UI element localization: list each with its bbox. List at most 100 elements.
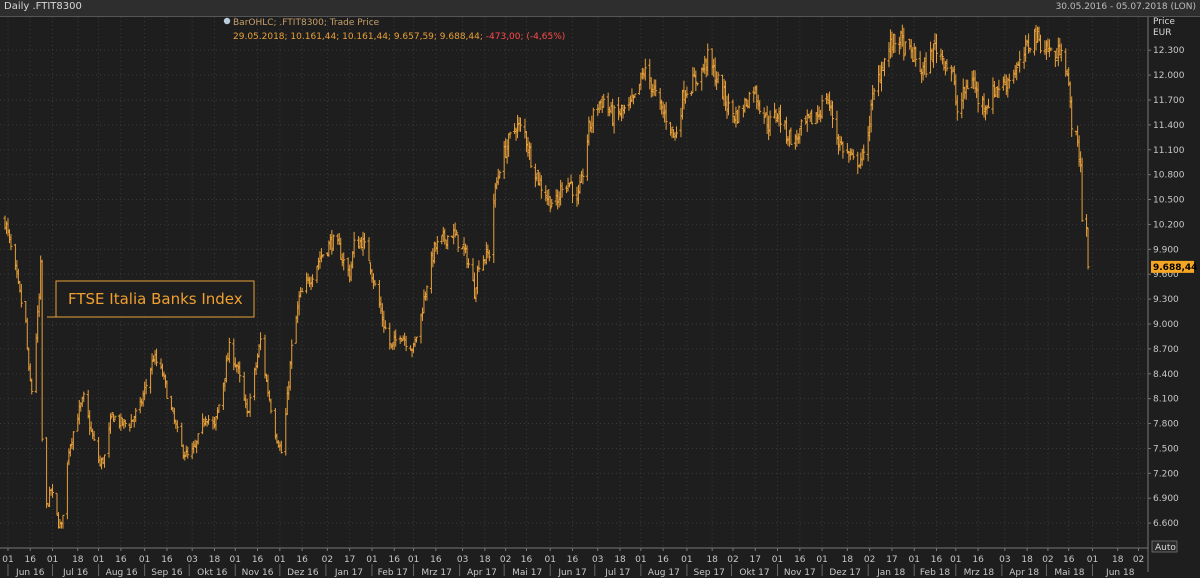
month-label: Aug 16 <box>106 568 138 578</box>
y-tick-label: 11.400 <box>1153 121 1185 131</box>
ohlc-bar <box>45 437 49 509</box>
y-tick-label: 8.100 <box>1153 395 1179 405</box>
ohlc-bar <box>55 492 59 516</box>
y-tick-label: 6.900 <box>1153 494 1179 504</box>
x-tick-label: 16 <box>389 555 401 565</box>
x-tick-label: 03 <box>186 555 197 565</box>
month-label: Jul 17 <box>604 568 630 578</box>
y-tick-label: 7.800 <box>1153 420 1179 430</box>
ohlc-bar <box>263 334 267 379</box>
month-label: Jun 18 <box>1105 568 1135 578</box>
x-tick-label: 16 <box>521 555 533 565</box>
x-tick-label: 01 <box>816 555 827 565</box>
y-tick-label: 10.800 <box>1153 171 1185 181</box>
x-tick-label: 18 <box>842 555 854 565</box>
month-label: Aug 17 <box>648 568 680 578</box>
x-tick-label: 18 <box>1021 555 1033 565</box>
x-tick-label: 01 <box>93 555 104 565</box>
auto-button-label[interactable]: Auto <box>1155 543 1176 553</box>
month-label: Sep 16 <box>151 568 183 578</box>
legend-line-1: BarOHLC; .FTIT8300; Trade Price <box>233 18 380 28</box>
legend-change: -473,00; (-4,65%) <box>486 32 566 42</box>
x-tick-label: 01 <box>908 555 919 565</box>
auto-scale-button[interactable]: Auto <box>1151 540 1178 553</box>
x-tick-label: 01 <box>950 555 961 565</box>
y-tick-label: 10.200 <box>1153 220 1185 230</box>
x-tick-label: 16 <box>794 555 806 565</box>
x-tick-label: 16 <box>252 555 264 565</box>
month-label: Feb 17 <box>378 568 408 578</box>
x-tick-label: 17 <box>344 555 355 565</box>
month-label: Apr 18 <box>1009 568 1039 578</box>
month-label: Jan 18 <box>876 568 905 578</box>
month-label: Okt 17 <box>739 568 769 578</box>
x-tick-label: 01 <box>545 555 556 565</box>
y-tick-label: 6.600 <box>1153 519 1179 529</box>
ohlc-bar <box>180 422 184 447</box>
x-tick-label: 03 <box>592 555 603 565</box>
x-tick-label: 18 <box>479 555 491 565</box>
ohlc-bar <box>986 98 990 108</box>
x-axis: 01 16 01 18 01 16 01 16 03 18 01 16 01 16 02 17 01 16 01 16… <box>0 547 1148 578</box>
x-tick-label: 17 <box>886 555 897 565</box>
y-tick-label: 11.100 <box>1153 146 1185 156</box>
x-tick-label: 17 <box>750 555 761 565</box>
x-tick-label: 02 <box>322 555 333 565</box>
y-axis-title: Price <box>1153 17 1175 27</box>
x-tick-label: 01 <box>772 555 783 565</box>
y-tick-label: 12.000 <box>1153 71 1185 81</box>
ohlc-bar <box>856 151 860 175</box>
ohlc-bar <box>456 234 460 253</box>
x-tick-label: 16 <box>161 555 173 565</box>
x-tick-label: 02 <box>1042 555 1053 565</box>
ohlc-bar <box>539 175 543 199</box>
legend-line-2: 29.05.2018; 10.161,44; 10.161,44; 9.657,… <box>233 32 565 42</box>
month-label: Okt 16 <box>197 568 227 578</box>
legend-values: 29.05.2018; 10.161,44; 10.161,44; 9.657,… <box>233 32 486 42</box>
ohlc-bar <box>1070 96 1074 137</box>
y-tick-label: 10.500 <box>1153 196 1185 206</box>
month-label: Mai 17 <box>512 568 542 578</box>
month-label: Dez 16 <box>287 568 319 578</box>
y-tick-label: 11.700 <box>1153 96 1185 106</box>
month-label: Jun 16 <box>15 568 45 578</box>
chart-window: Daily .FTIT8300 30.05.2016 - 05.07.2018 … <box>0 0 1200 578</box>
x-tick-label: 01 <box>408 555 419 565</box>
x-tick-label: 02 <box>864 555 875 565</box>
x-tick-label: 16 <box>25 555 37 565</box>
last-value-label: 9.688,44 <box>1153 263 1197 273</box>
annotation-box[interactable]: FTSE Italia Banks Index <box>47 280 255 318</box>
x-tick-label: 02 <box>1133 555 1144 565</box>
x-tick-label: 16 <box>115 555 127 565</box>
ohlc-bar <box>165 380 169 400</box>
y-axis: 6.600 6.900 7.200 7.500 7.800 8.100 8.400 8.700… <box>1147 17 1185 572</box>
month-label: Jul 16 <box>62 568 88 578</box>
y-tick-label: 8.400 <box>1153 370 1179 380</box>
y-tick-label: 12.300 <box>1153 46 1185 56</box>
x-tick-label: 16 <box>567 555 579 565</box>
month-label: Nov 17 <box>784 568 816 578</box>
month-label: Apr 17 <box>467 568 497 578</box>
x-tick-label: 18 <box>706 555 718 565</box>
y-axis-unit: EUR <box>1153 28 1172 38</box>
x-tick-label: 01 <box>2 555 13 565</box>
ohlc-bar <box>248 393 252 417</box>
ohlc-bar <box>269 398 273 414</box>
legend-info-icon[interactable] <box>223 17 231 25</box>
month-label: Dez 17 <box>829 568 861 578</box>
month-label: Mai 18 <box>1054 568 1084 578</box>
y-tick-label: 9.900 <box>1153 245 1179 255</box>
month-label: Mrz 17 <box>421 568 452 578</box>
ohlc-chart[interactable]: 6.600 6.900 7.200 7.500 7.800 8.100 8.400 8.700… <box>0 0 1200 578</box>
x-tick-label: 02 <box>500 555 511 565</box>
month-label: Jan 17 <box>334 568 363 578</box>
y-tick-label: 9.300 <box>1153 295 1179 305</box>
x-tick-label: 01 <box>139 555 150 565</box>
x-tick-label: 16 <box>296 555 308 565</box>
x-tick-label: 02 <box>727 555 738 565</box>
x-tick-label: 03 <box>999 555 1010 565</box>
x-tick-label: 01 <box>635 555 646 565</box>
x-tick-label: 01 <box>1087 555 1098 565</box>
x-tick-label: 01 <box>47 555 58 565</box>
x-tick-label: 01 <box>274 555 285 565</box>
